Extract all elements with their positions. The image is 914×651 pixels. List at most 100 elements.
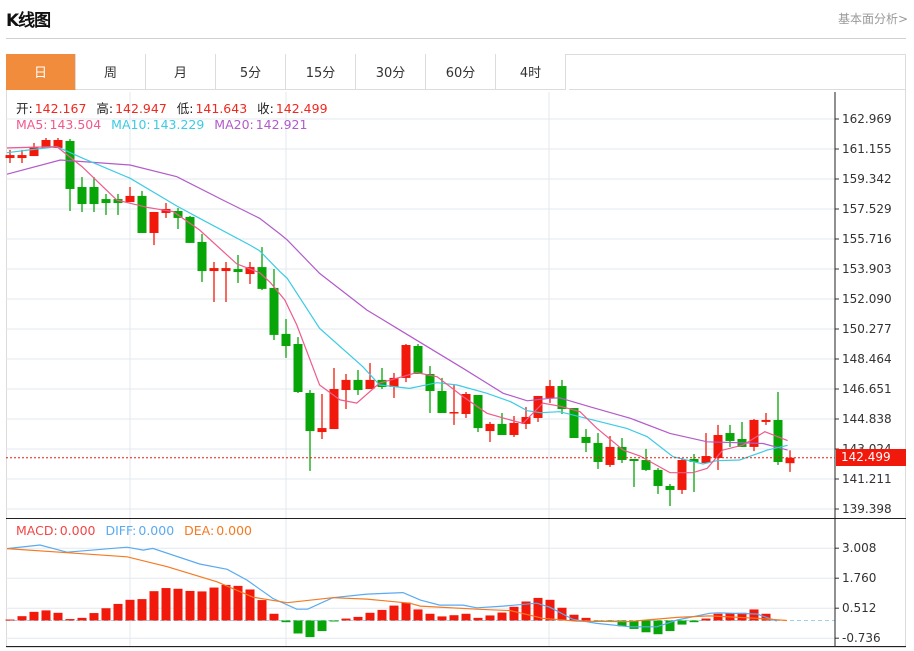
candle-body [269,287,279,335]
macd-bar-positive [77,617,87,621]
candle-up [605,436,615,467]
macd-bar-positive [365,612,375,621]
candle-body [89,186,99,205]
macd-bar-positive [377,609,387,621]
ma-readout: MA5: 143.504 MA10: 143.229 MA20: 142.921 [16,117,309,132]
candle-down [413,344,423,374]
macd-bar-positive [545,599,555,621]
price-tick-label: 141.211 [842,472,892,486]
candle-down [425,366,435,414]
current-price-tag: 142.499 [836,449,906,466]
macd-bar-positive [17,616,27,621]
candle-body [341,379,351,391]
macd-bar-negative [689,620,699,623]
price-tick-label: 148.464 [842,352,892,366]
candle-down [185,215,195,243]
candle-body [413,345,423,374]
candle-body [65,140,75,189]
candle-body [233,269,243,273]
price-tick-label: 153.903 [842,262,892,276]
candle-down [281,319,291,358]
candle-body [401,345,411,378]
macd-bar-negative [677,620,687,625]
candle-up [149,211,159,246]
macd-tick-label: 3.008 [842,541,876,555]
price-tick-label: 139.398 [842,502,892,516]
macd-bar-positive [221,584,231,621]
macd-bar-positive [125,599,135,621]
macd-bar-positive [101,608,111,621]
candle-body [29,146,39,157]
macd-bar-positive [581,617,591,621]
macd-bar-positive [341,618,351,621]
candle-up [221,261,231,302]
macd-value: 0.000 [59,523,96,538]
macd-bar-positive [53,612,63,621]
price-tick-label: 161.155 [842,142,892,156]
axes: 162.969 161.155 159.342 157.529 155.716 153.9… [6,92,906,647]
price-tick-label: 150.277 [842,322,892,336]
ma10-line [6,145,788,465]
candle-body [569,408,579,438]
candle-down [89,177,99,212]
candle-body [545,386,555,398]
candle-up [389,372,399,398]
macd-bar-positive [89,613,99,621]
macd-bar-positive [161,588,171,621]
candle-down [569,408,579,438]
candle-body [593,442,603,462]
macd-bar-positive [29,611,39,621]
diff-label: DIFF: [105,523,137,538]
candles [5,138,795,507]
candle-up [245,261,255,284]
candle-body [209,268,219,272]
moving-average-lines [6,145,788,474]
dea-value: 0.000 [216,523,252,538]
ma5-line [6,145,788,474]
macd-bar-positive [713,613,723,621]
candle-up [125,186,135,203]
candle-down [77,177,87,212]
macd-bar-positive [425,613,435,621]
macd-bar-positive [113,603,123,621]
price-tick-label: 159.342 [842,172,892,186]
ma10-value: 143.229 [152,117,205,132]
macd-label: MACD: [16,523,58,538]
candle-body [149,211,159,233]
macd-tick-label: 0.512 [842,601,876,615]
macd-tick-label: 1.760 [842,571,876,585]
candle-body [785,457,795,464]
diff-value: 0.000 [138,523,175,538]
candle-body [473,394,483,429]
macd-bar-negative [317,620,327,632]
close-label: 收: [257,101,274,116]
macd-bar-positive [41,610,51,621]
candle-down [773,391,783,465]
candle-up [485,421,495,442]
candle-down [197,233,207,282]
candle-body [17,155,27,159]
candle-body [581,437,591,443]
candle-body [353,379,363,391]
price-tick-label: 146.651 [842,382,892,396]
candle-body [713,435,723,459]
open-label: 开: [16,101,33,116]
macd-bar-positive [197,591,207,621]
macd-bar-negative [293,620,303,634]
candle-body [281,333,291,346]
macd-bar-positive [509,606,519,621]
candle-up [677,458,687,494]
candle-down [353,369,363,395]
candle-body [629,459,639,461]
candle-down [557,379,567,415]
candle-body [605,446,615,465]
macd-bar-negative [329,620,339,622]
candle-down [173,208,183,230]
macd-bar-positive [449,615,459,621]
candle-body [125,195,135,203]
ma20-label: MA20: [214,117,254,132]
price-tick-label: 152.090 [842,292,892,306]
macd-bar-positive [485,615,495,621]
candle-body [293,344,303,392]
macd-bar-positive [497,612,507,621]
